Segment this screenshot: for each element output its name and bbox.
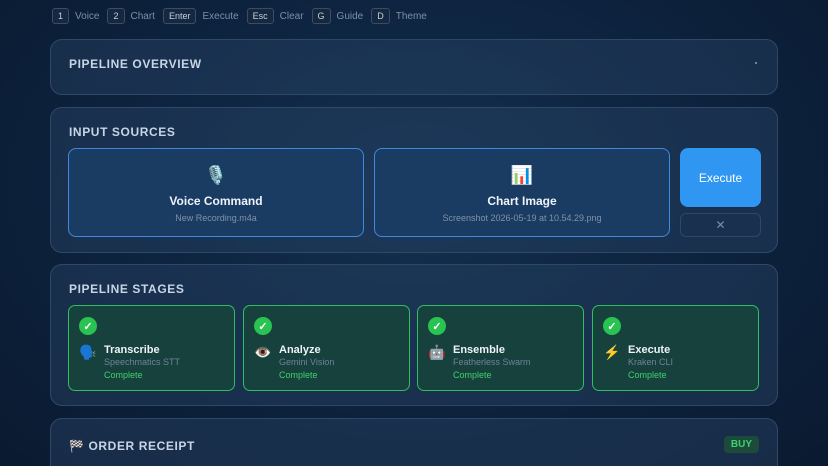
panel-title: PIPELINE STAGES <box>69 282 185 296</box>
shortcut-key: D <box>371 8 390 24</box>
stage-status: Complete <box>279 370 318 380</box>
shortcut-voice[interactable]: 1 Voice <box>52 8 99 24</box>
shortcut-label: Theme <box>395 10 427 22</box>
shortcut-key: Enter <box>162 8 197 24</box>
order-receipt-panel[interactable]: 🏁 ORDER RECEIPT BUY <box>50 418 778 466</box>
checkered-flag-icon: 🏁 <box>69 439 85 453</box>
stage-ensemble: ✓ 🤖 Ensemble Featherless Swarm Complete <box>417 305 584 391</box>
side-badge: BUY <box>723 436 759 453</box>
pipeline-stages-panel: PIPELINE STAGES ✓ 🗣️ Transcribe Speechma… <box>50 264 778 406</box>
shortcut-clear[interactable]: Esc Clear <box>246 8 304 24</box>
check-icon: ✓ <box>603 317 621 335</box>
execute-button[interactable]: Execute <box>680 148 761 207</box>
panel-title: PIPELINE OVERVIEW <box>69 57 202 71</box>
bar-chart-icon: 📊 <box>510 165 534 185</box>
shortcut-bar: 1 Voice 2 Chart Enter Execute Esc Clear … <box>52 8 429 24</box>
shortcut-execute[interactable]: Enter Execute <box>162 8 239 24</box>
check-icon: ✓ <box>79 317 97 335</box>
stage-execute: ✓ ⚡ Execute Kraken CLI Complete <box>592 305 759 391</box>
stage-provider: Kraken CLI <box>628 357 674 367</box>
shortcut-label: Guide <box>336 10 364 22</box>
stage-provider: Gemini Vision <box>279 357 335 367</box>
clear-button[interactable]: ✕ <box>680 213 761 237</box>
speaking-head-icon: 🗣️ <box>79 344 97 360</box>
receipt-title: ORDER RECEIPT <box>88 439 195 453</box>
shortcut-guide[interactable]: G Guide <box>311 8 364 24</box>
panel-title: INPUT SOURCES <box>69 125 176 139</box>
shortcut-label: Chart <box>130 10 155 22</box>
shortcut-label: Voice <box>75 10 100 22</box>
stage-provider: Featherless Swarm <box>453 357 531 367</box>
stage-transcribe: ✓ 🗣️ Transcribe Speechmatics STT Complet… <box>68 305 235 391</box>
check-icon: ✓ <box>428 317 446 335</box>
stage-name: Transcribe <box>104 344 160 356</box>
chart-file-name: Screenshot 2026-05-19 at 10.54.29.png <box>442 213 602 223</box>
panel-title: 🏁 ORDER RECEIPT <box>69 439 195 453</box>
stage-status: Complete <box>104 370 143 380</box>
input-sources-panel: INPUT SOURCES 🎙️ Voice Command New Recor… <box>50 107 778 253</box>
lightning-icon: ⚡ <box>603 344 621 360</box>
robot-icon: 🤖 <box>428 344 446 360</box>
check-icon: ✓ <box>254 317 272 335</box>
stage-status: Complete <box>453 370 492 380</box>
shortcut-label: Clear <box>279 10 304 22</box>
voice-file-name: New Recording.m4a <box>175 213 257 223</box>
pipeline-overview-panel[interactable]: PIPELINE OVERVIEW <box>50 39 778 95</box>
shortcut-key: 2 <box>107 8 125 24</box>
shortcut-chart[interactable]: 2 Chart <box>107 8 155 24</box>
stage-status: Complete <box>628 370 667 380</box>
shortcut-label: Execute <box>202 10 239 22</box>
stage-name: Analyze <box>279 344 321 356</box>
shortcut-key: G <box>311 8 331 24</box>
stage-name: Execute <box>628 344 671 356</box>
microphone-icon: 🎙️ <box>204 165 228 185</box>
shortcut-key: Esc <box>246 8 274 24</box>
stage-name: Ensemble <box>453 344 505 356</box>
chart-image-card[interactable]: 📊 Chart Image Screenshot 2026-05-19 at 1… <box>374 148 670 237</box>
voice-command-label: Voice Command <box>169 194 263 208</box>
shortcut-theme[interactable]: D Theme <box>371 8 427 24</box>
eye-icon: 👁️ <box>254 344 272 360</box>
stage-provider: Speechmatics STT <box>104 357 181 367</box>
shortcut-key: 1 <box>52 8 70 24</box>
expand-indicator-icon <box>755 62 757 64</box>
chart-image-label: Chart Image <box>487 194 557 208</box>
voice-command-card[interactable]: 🎙️ Voice Command New Recording.m4a <box>68 148 364 237</box>
stage-analyze: ✓ 👁️ Analyze Gemini Vision Complete <box>243 305 410 391</box>
